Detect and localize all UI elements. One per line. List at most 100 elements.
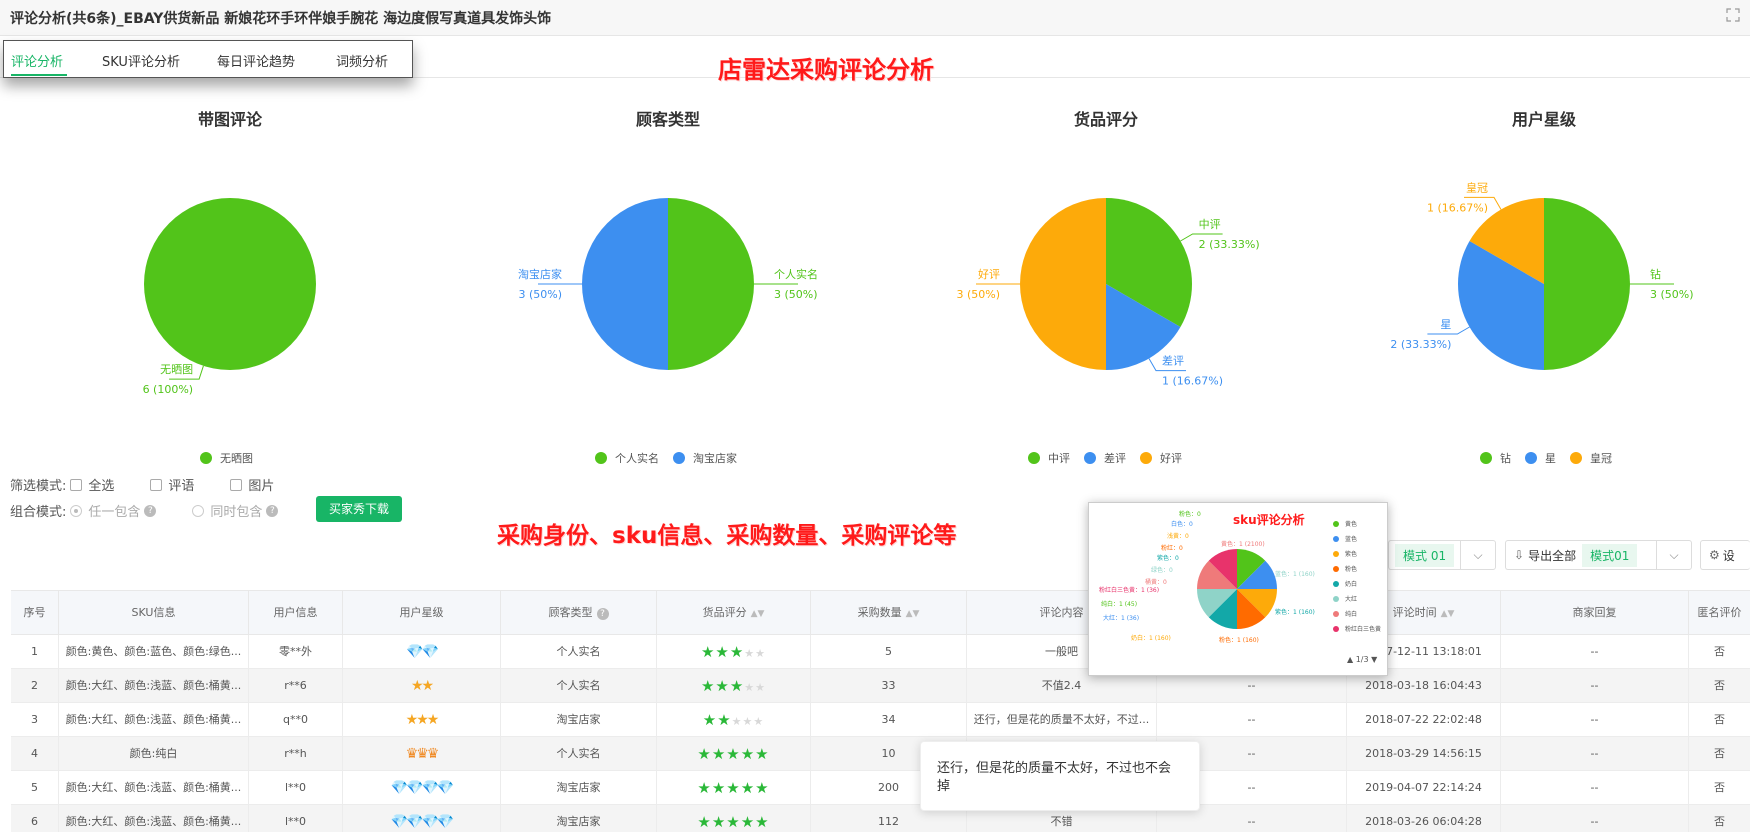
legend-label[interactable]: 淘宝店家	[693, 450, 737, 466]
cell-type: 淘宝店家	[501, 805, 657, 832]
cell-level: 💎💎	[343, 635, 501, 669]
legend-label: 奶白	[1345, 581, 1358, 588]
checkbox-image[interactable]	[230, 478, 243, 491]
checkbox-label: 评语	[168, 479, 195, 494]
legend-dot	[1333, 580, 1339, 587]
cell-reply: --	[1501, 805, 1689, 832]
filter-mode-label: 筛选模式:	[10, 479, 67, 494]
popup-legend-item[interactable]: 蓝色	[1333, 534, 1357, 543]
popup-slice-label: 黄色：1 (2100)	[1221, 541, 1265, 548]
cell-level: 💎💎💎💎	[343, 805, 501, 832]
pie-charts: 无晒图 6 (100%) 个人实名 3 (50%) 淘宝店家 3 (50%) 中评 2 (33…	[143, 180, 1694, 396]
popup-slice-label: 大红：1 (36)	[1103, 615, 1140, 622]
user-level-icons: ★★	[410, 678, 434, 694]
table-row[interactable]: 4 颜色:纯白 r**h ♛♛♛ 个人实名 ★★★★★ 10 -- 2018-03-29 14:…	[11, 737, 1750, 771]
popup-legend-item[interactable]: 纯白	[1333, 609, 1357, 618]
cell-anon: 否	[1714, 781, 1725, 794]
cell-index: 3	[11, 703, 59, 737]
sort-icon[interactable]: ▲▼	[906, 609, 920, 619]
filter-mode-row: 筛选模式: 全选 评语 图片	[10, 475, 274, 494]
pager-prev-icon[interactable]: ▲	[1347, 655, 1353, 664]
help-icon[interactable]: ?	[266, 504, 279, 517]
cell-sku: 颜色:大红、颜色:浅蓝、颜色:桶黄...	[59, 805, 249, 832]
mode-dropdown[interactable]: ⌵	[1460, 540, 1496, 570]
export-all-label: 导出全部	[1528, 548, 1577, 563]
cell-user: r**6	[249, 669, 343, 703]
cell-type: 个人实名	[501, 669, 657, 703]
cell-score: ★★★★★	[657, 669, 811, 703]
pager-next-icon[interactable]: ▼	[1371, 655, 1377, 664]
help-icon[interactable]: ?	[596, 608, 609, 620]
popup-slice-label: 奶白：1 (160)	[1131, 635, 1171, 642]
help-icon[interactable]: ?	[144, 504, 157, 517]
pie-slice[interactable]	[144, 198, 316, 370]
settings-button[interactable]: ⚙ 设	[1700, 540, 1750, 570]
pie-slice[interactable]	[668, 198, 754, 370]
popup-legend-item[interactable]: 紫色	[1333, 549, 1357, 558]
cell-anon: 否	[1714, 645, 1725, 658]
cell-score: ★★★★★	[657, 737, 811, 771]
cell-time: 2018-03-29 14:56:15	[1347, 737, 1501, 771]
th-qty[interactable]: 采购数量 ▲▼	[811, 591, 967, 635]
slice-value-label: 3 (50%)	[1650, 288, 1694, 301]
table-row[interactable]: 6 颜色:大红、颜色:浅蓝、颜色:桶黄... l**0 💎💎💎💎 淘宝店家 ★★★★★ 11…	[11, 805, 1750, 832]
chevron-down-icon: ⌵	[1669, 547, 1679, 562]
cell-reply: --	[1501, 669, 1689, 703]
checkbox-select-all[interactable]	[70, 478, 83, 491]
popup-slice-label: 纯白：1 (45)	[1101, 601, 1138, 608]
slice-value-label: 3 (50%)	[774, 288, 818, 301]
radio-all[interactable]	[192, 504, 205, 517]
mode-tag: 模式 01	[1395, 543, 1455, 567]
download-icon: ⇩	[1514, 548, 1525, 562]
legend-label[interactable]: 好评	[1160, 450, 1182, 466]
legend-label[interactable]: 差评	[1104, 450, 1126, 466]
legend-label[interactable]: 皇冠	[1590, 450, 1612, 466]
legend-label[interactable]: 钻	[1500, 450, 1511, 466]
cell-score: ★★★★★	[657, 703, 811, 737]
table-row[interactable]: 5 颜色:大红、颜色:浅蓝、颜色:桶黄... l**0 💎💎💎💎 淘宝店家 ★★★★★ 20…	[11, 771, 1750, 805]
th-reply: 商家回复	[1501, 591, 1689, 635]
th-score[interactable]: 货品评分 ▲▼	[657, 591, 811, 635]
export-dropdown[interactable]: ⌵	[1656, 540, 1692, 570]
popup-legend-item[interactable]: 粉红白三色黄	[1333, 624, 1381, 633]
star-rating: ★★★★★	[697, 779, 770, 797]
cell-qty: 5	[811, 635, 967, 669]
cell-qty: 33	[811, 669, 967, 703]
cell-sku: 颜色:大红、颜色:浅蓝、颜色:桶黄...	[59, 771, 249, 805]
pie-slice[interactable]	[1020, 198, 1106, 370]
radio-any[interactable]	[70, 504, 83, 517]
cell-level: 💎💎💎💎	[343, 771, 501, 805]
cell-user: l**0	[249, 771, 343, 805]
star-rating: ★★★★★	[697, 813, 770, 831]
legend-label[interactable]: 中评	[1048, 450, 1070, 466]
legend-label[interactable]: 个人实名	[615, 450, 659, 466]
pie-slice[interactable]	[582, 198, 668, 370]
checkbox-comment[interactable]	[150, 478, 163, 491]
th-type-label: 顾客类型	[548, 606, 593, 619]
cell-level: ♛♛♛	[343, 737, 501, 771]
popup-legend-item[interactable]: 大红	[1333, 594, 1357, 603]
cell-index: 4	[11, 737, 59, 771]
table-row[interactable]: 2 颜色:大红、颜色:浅蓝、颜色:桶黄... r**6 ★★ 个人实名 ★★★★★ 33 不值…	[11, 669, 1750, 703]
table-row[interactable]: 1 颜色:黄色、颜色:蓝色、颜色:绿色... 零**外 💎💎 个人实名 ★★★★★ 5 一般吧…	[11, 635, 1750, 669]
radio-label: 同时包含	[210, 505, 263, 520]
table-row[interactable]: 3 颜色:大红、颜色:浅蓝、颜色:桶黄... q**0 ★★★ 淘宝店家 ★★★★★ 34 还…	[11, 703, 1750, 737]
export-all-button[interactable]: ⇩ 导出全部 模式01	[1505, 540, 1657, 570]
cell-sku: 颜色:纯白	[59, 737, 249, 771]
sort-icon[interactable]: ▲▼	[1441, 609, 1455, 619]
popup-legend-item[interactable]: 奶白	[1333, 579, 1357, 588]
cell-type: 淘宝店家	[501, 703, 657, 737]
cell-level: ★★★	[343, 703, 501, 737]
sort-icon[interactable]: ▲▼	[751, 609, 765, 619]
legend-label[interactable]: 星	[1545, 450, 1556, 466]
cell-sku: 颜色:大红、颜色:浅蓝、颜色:桶黄...	[59, 703, 249, 737]
mode-button[interactable]: 模式 01	[1388, 540, 1462, 570]
popup-pager[interactable]: ▲ 1/3 ▼	[1347, 655, 1377, 664]
popup-legend-item[interactable]: 黄色	[1333, 519, 1357, 528]
legend-dot	[1570, 452, 1582, 464]
comments-table: 序号 SKU信息 用户信息 用户星级 顾客类型? 货品评分 ▲▼ 采购数量 ▲▼ 评…	[11, 590, 1750, 832]
pie-slice[interactable]	[1544, 198, 1630, 370]
buyer-show-download-button[interactable]: 买家秀下载	[316, 496, 402, 522]
popup-legend-item[interactable]: 粉色	[1333, 564, 1357, 573]
legend-label[interactable]: 无晒图	[220, 450, 253, 466]
